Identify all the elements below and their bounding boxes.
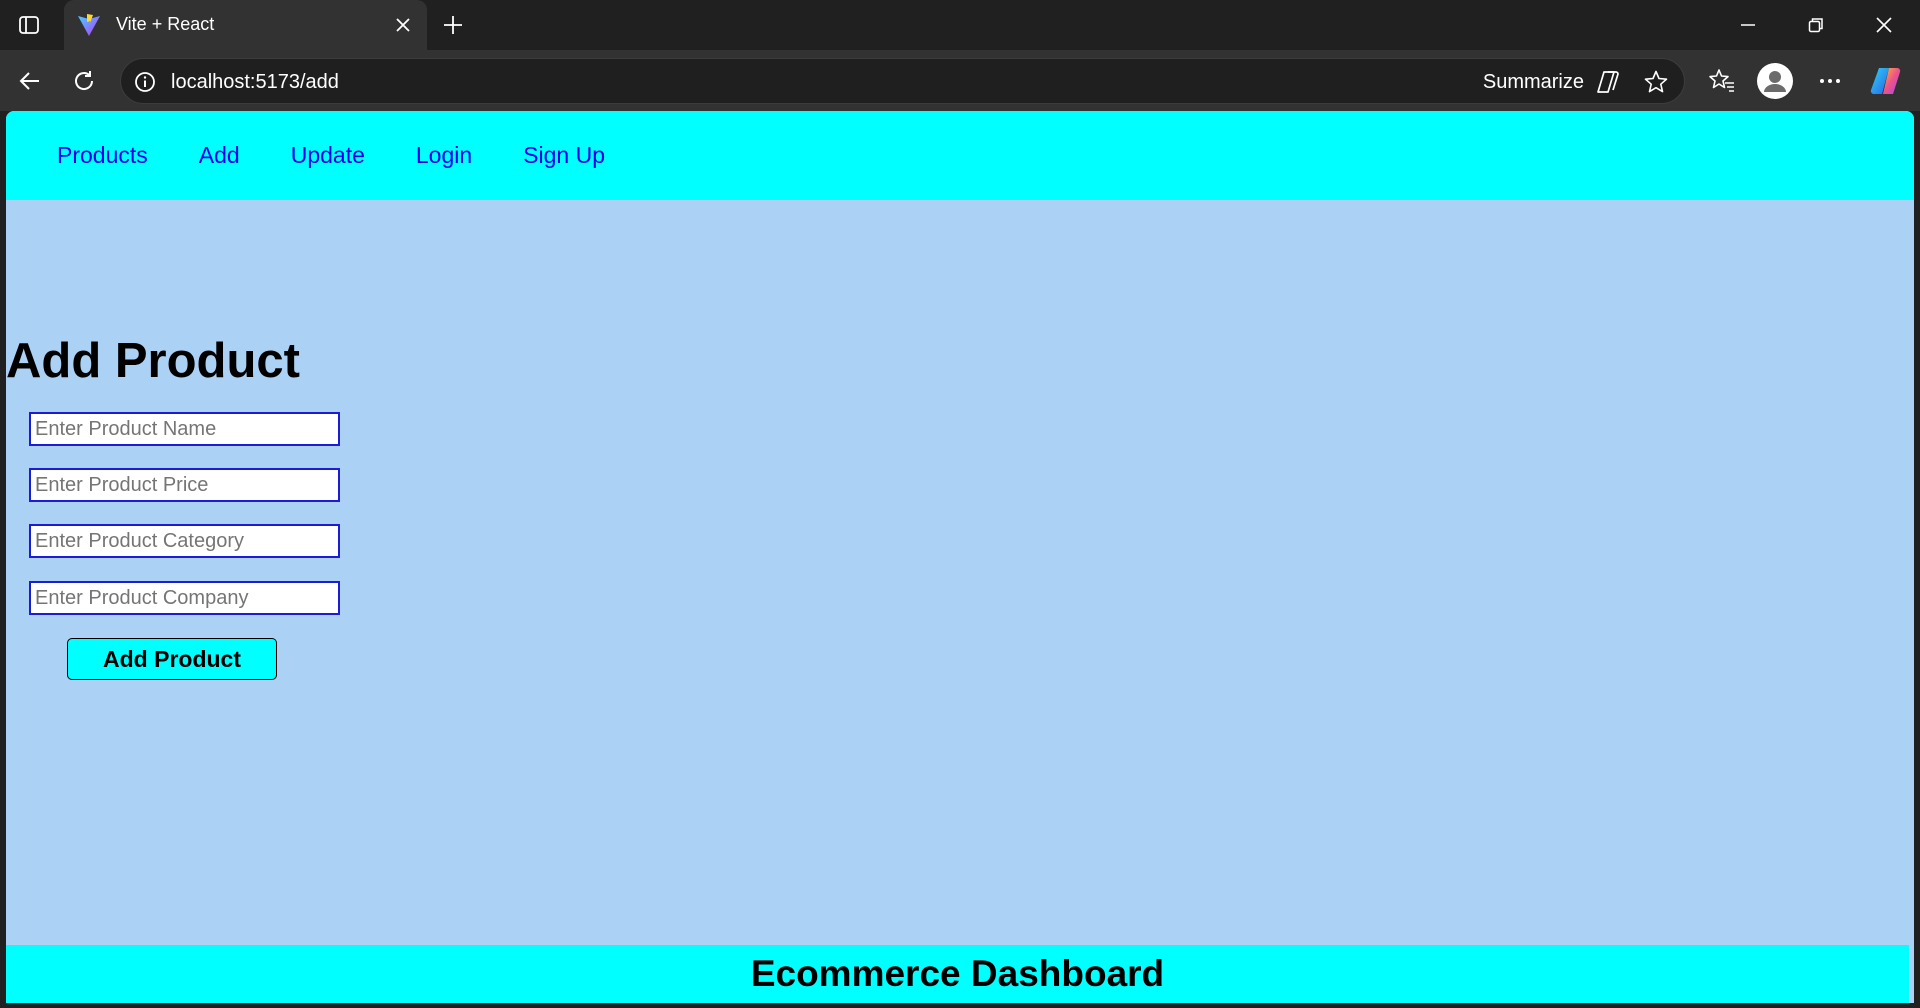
footer-title: Ecommerce Dashboard [750, 953, 1165, 994]
refresh-icon[interactable] [66, 63, 102, 99]
product-price-input[interactable] [29, 468, 340, 502]
vite-logo-icon [76, 12, 102, 38]
url-text[interactable]: localhost:5173/add [171, 71, 339, 94]
site-navbar: Products Add Update Login Sign Up [6, 111, 1914, 200]
close-window-icon[interactable] [1850, 0, 1918, 50]
favorite-star-icon[interactable] [1643, 69, 1669, 95]
close-tab-icon[interactable] [389, 11, 417, 39]
page-viewport: Products Add Update Login Sign Up Add Pr… [6, 111, 1914, 1003]
page-footer: Ecommerce Dashboard [6, 945, 1909, 1003]
new-tab-icon[interactable] [437, 9, 469, 41]
page-title: Add Product [6, 334, 300, 388]
nav-link-signup[interactable]: Sign Up [523, 142, 605, 168]
copilot-summarize-icon[interactable] [1595, 69, 1621, 95]
back-icon[interactable] [12, 63, 48, 99]
nav-link-update[interactable]: Update [291, 142, 365, 168]
product-company-input[interactable] [29, 581, 340, 615]
address-bar[interactable]: localhost:5173/add Summarize [120, 58, 1685, 104]
site-info-icon[interactable] [133, 70, 157, 94]
minimize-icon[interactable] [1714, 0, 1782, 50]
summarize-button[interactable]: Summarize [1483, 71, 1584, 94]
browser-toolbar: localhost:5173/add Summarize [0, 50, 1920, 111]
tab-actions-icon[interactable] [14, 10, 44, 40]
profile-avatar-icon[interactable] [1757, 63, 1793, 99]
restore-icon[interactable] [1782, 0, 1850, 50]
nav-link-login[interactable]: Login [416, 142, 472, 168]
copilot-icon[interactable] [1868, 63, 1904, 99]
browser-titlebar: Vite + React [0, 0, 1920, 50]
nav-link-add[interactable]: Add [199, 142, 240, 168]
product-name-input[interactable] [29, 412, 340, 446]
tab-title: Vite + React [116, 14, 215, 34]
browser-tab[interactable]: Vite + React [64, 0, 427, 50]
favorites-icon[interactable] [1704, 63, 1740, 99]
add-product-button[interactable]: Add Product [67, 638, 277, 680]
more-options-icon[interactable] [1812, 63, 1848, 99]
product-category-input[interactable] [29, 524, 340, 558]
nav-link-products[interactable]: Products [57, 142, 148, 168]
